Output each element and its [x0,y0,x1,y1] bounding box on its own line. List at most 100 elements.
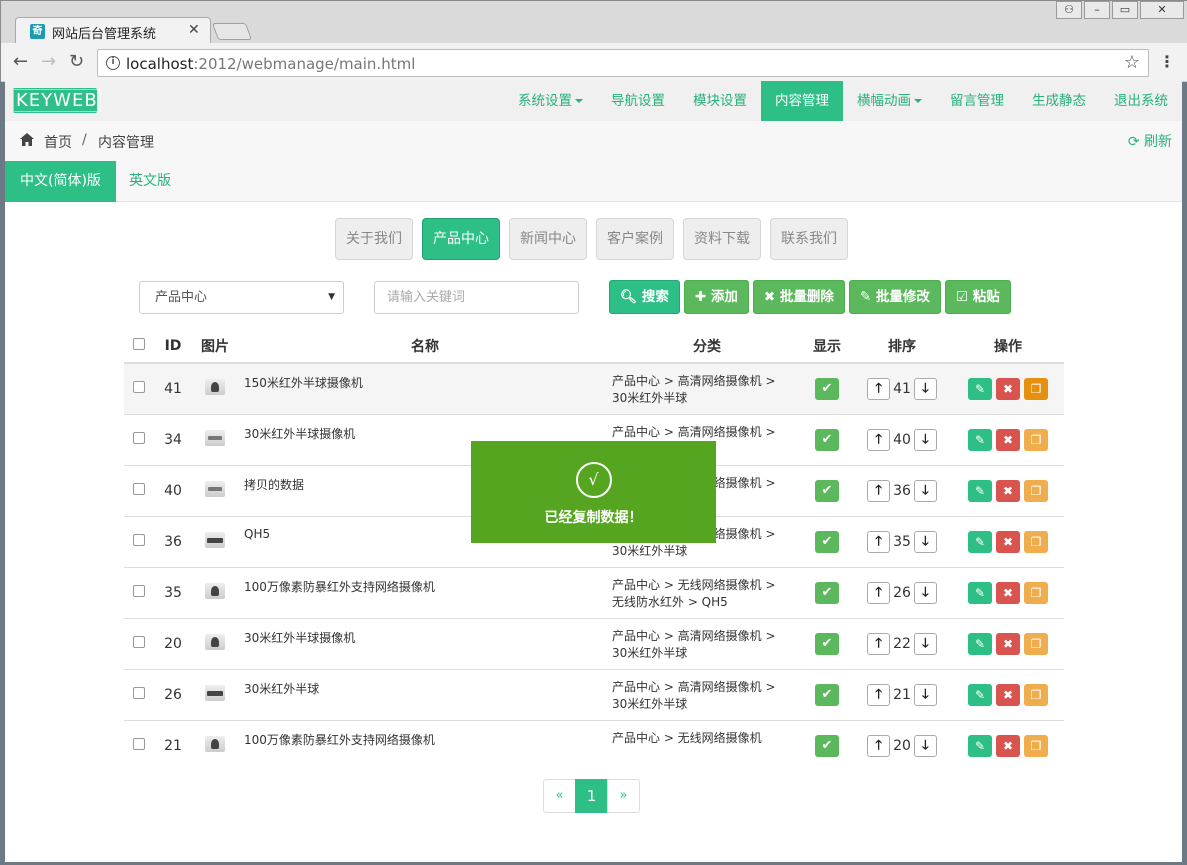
breadcrumb-home[interactable]: 首页 [44,132,72,152]
batch-edit-button[interactable]: ✎ 批量修改 [848,280,941,314]
category-products[interactable]: 产品中心 [422,218,500,260]
sort-down-arrow-icon[interactable]: 🡓 [913,428,937,451]
sort-down-arrow-icon[interactable]: 🡓 [913,479,937,502]
batch-delete-button[interactable]: ✖ 批量删除 [752,280,845,314]
product-thumbnail[interactable] [205,634,225,650]
category-about[interactable]: 关于我们 [335,218,413,260]
menu-logout[interactable]: 退出系统 [1100,81,1182,121]
product-thumbnail[interactable] [205,532,225,548]
logo[interactable]: KEYWEB [13,88,101,113]
copy-icon[interactable]: ❐ [1024,581,1048,604]
menu-generate-static[interactable]: 生成静态 [1018,81,1100,121]
edit-pencil-icon[interactable]: ✎ [968,428,992,451]
product-thumbnail[interactable] [205,736,225,753]
sort-down-arrow-icon[interactable]: 🡓 [913,683,937,706]
edit-pencil-icon[interactable]: ✎ [968,632,992,655]
row-name[interactable]: 30米红外半球 [238,668,612,720]
delete-x-icon[interactable]: ✖ [996,683,1020,706]
menu-banner-animation[interactable]: 横幅动画 [843,81,936,121]
copy-icon[interactable]: ❐ [1024,632,1048,655]
copy-icon[interactable]: ❐ [1024,683,1048,706]
browser-menu-icon[interactable]: ⋮ [1159,52,1175,71]
maximize-button[interactable]: ▭ [1112,1,1138,19]
close-window-button[interactable]: ✕ [1140,1,1184,19]
row-checkbox[interactable] [133,738,145,751]
edit-pencil-icon[interactable]: ✎ [968,377,992,400]
search-input[interactable] [374,281,579,314]
product-thumbnail[interactable] [205,379,225,396]
delete-x-icon[interactable]: ✖ [996,632,1020,655]
back-icon[interactable]: ← [13,51,28,72]
edit-pencil-icon[interactable]: ✎ [968,479,992,502]
product-thumbnail[interactable] [205,583,225,599]
display-toggle-check-icon[interactable]: ✔ [815,632,839,655]
row-name[interactable]: 100万像素防暴红外支持网络摄像机 [238,719,612,771]
copy-icon[interactable]: ❐ [1024,479,1048,502]
menu-system-settings[interactable]: 系统设置 [504,81,597,121]
forward-icon[interactable]: → [41,51,56,72]
category-downloads[interactable]: 资料下载 [683,218,761,260]
sort-up-arrow-icon[interactable]: 🡑 [867,428,891,451]
menu-messages[interactable]: 留言管理 [936,81,1018,121]
new-tab-button[interactable] [211,23,253,40]
pagination-prev[interactable]: « [543,779,576,813]
edit-pencil-icon[interactable]: ✎ [968,581,992,604]
copy-icon[interactable]: ❐ [1024,734,1048,757]
sort-down-arrow-icon[interactable]: 🡓 [913,734,937,757]
minimize-button[interactable]: – [1084,1,1110,19]
paste-button[interactable]: ☑ 粘贴 [944,280,1011,314]
row-checkbox[interactable] [133,381,145,394]
sort-up-arrow-icon[interactable]: 🡑 [867,734,891,757]
sort-up-arrow-icon[interactable]: 🡑 [867,377,891,400]
delete-x-icon[interactable]: ✖ [996,530,1020,553]
display-toggle-check-icon[interactable]: ✔ [815,377,839,400]
sort-up-arrow-icon[interactable]: 🡑 [867,581,891,604]
row-checkbox[interactable] [133,432,145,444]
reload-icon[interactable]: ↻ [69,51,84,72]
copy-icon[interactable]: ❐ [1024,428,1048,451]
tab-close-icon[interactable]: ✕ [188,22,200,38]
address-bar[interactable]: i localhost:2012/webmanage/main.html ☆ [97,49,1149,77]
row-checkbox[interactable] [133,585,145,597]
menu-module-settings[interactable]: 模块设置 [679,81,761,121]
delete-x-icon[interactable]: ✖ [996,581,1020,604]
sort-up-arrow-icon[interactable]: 🡑 [867,683,891,706]
sort-up-arrow-icon[interactable]: 🡑 [867,530,891,553]
user-icon[interactable]: ⚇ [1056,1,1082,19]
row-checkbox[interactable] [133,483,145,495]
row-checkbox[interactable] [133,534,145,546]
sort-down-arrow-icon[interactable]: 🡓 [913,632,937,655]
row-checkbox[interactable] [133,636,145,648]
display-toggle-check-icon[interactable]: ✔ [815,530,839,553]
category-contact[interactable]: 联系我们 [770,218,848,260]
pagination-page-1[interactable]: 1 [575,779,608,813]
edit-pencil-icon[interactable]: ✎ [968,683,992,706]
header-select-all[interactable] [124,329,154,364]
row-name[interactable]: 150米红外半球摄像机 [238,362,612,414]
sort-up-arrow-icon[interactable]: 🡑 [867,479,891,502]
sort-up-arrow-icon[interactable]: 🡑 [867,632,891,655]
browser-tab[interactable]: 奇 网站后台管理系统 ✕ [15,17,211,44]
menu-nav-settings[interactable]: 导航设置 [597,81,679,121]
pagination-next[interactable]: » [607,779,640,813]
copy-icon[interactable]: ❐ [1024,530,1048,553]
display-toggle-check-icon[interactable]: ✔ [815,479,839,502]
row-checkbox[interactable] [133,687,145,699]
edit-pencil-icon[interactable]: ✎ [968,734,992,757]
product-thumbnail[interactable] [205,430,225,446]
category-select[interactable]: 产品中心 ▼ [139,281,344,314]
sort-down-arrow-icon[interactable]: 🡓 [913,530,937,553]
menu-content-management[interactable]: 内容管理 [761,81,843,121]
edit-pencil-icon[interactable]: ✎ [968,530,992,553]
delete-x-icon[interactable]: ✖ [996,377,1020,400]
product-thumbnail[interactable] [205,481,225,497]
select-all-checkbox[interactable] [133,337,145,350]
delete-x-icon[interactable]: ✖ [996,734,1020,757]
display-toggle-check-icon[interactable]: ✔ [815,581,839,604]
category-news[interactable]: 新闻中心 [509,218,587,260]
display-toggle-check-icon[interactable]: ✔ [815,734,839,757]
display-toggle-check-icon[interactable]: ✔ [815,683,839,706]
category-cases[interactable]: 客户案例 [596,218,674,260]
bookmark-star-icon[interactable]: ☆ [1124,52,1140,73]
row-name[interactable]: 30米红外半球摄像机 [238,617,612,669]
